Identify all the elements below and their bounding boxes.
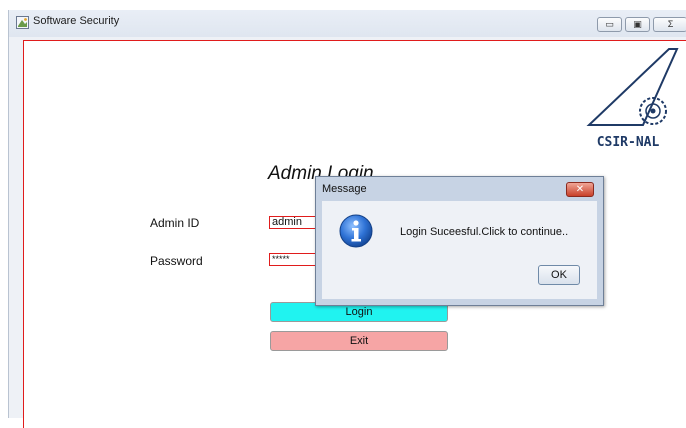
logo-text: CSIR-NAL xyxy=(597,135,660,150)
window-title: Software Security xyxy=(33,15,120,27)
admin-id-label: Admin ID xyxy=(150,216,200,230)
close-button[interactable]: Σ xyxy=(653,17,686,32)
minimize-button[interactable]: ▭ xyxy=(597,17,622,32)
message-dialog: Message ✕ Login Suceesful.Click to conti… xyxy=(315,176,604,306)
dialog-body: Login Suceesful.Click to continue.. OK xyxy=(322,201,597,299)
dialog-title: Message xyxy=(322,183,367,195)
maximize-icon: ▣ xyxy=(633,19,642,29)
dialog-message: Login Suceesful.Click to continue.. xyxy=(400,226,569,238)
dialog-close-button[interactable]: ✕ xyxy=(566,182,594,197)
title-bar[interactable]: Software Security ▭ ▣ Σ xyxy=(9,10,686,37)
close-icon: ✕ xyxy=(575,184,585,195)
ok-button[interactable]: OK xyxy=(538,265,580,285)
close-icon: Σ xyxy=(667,19,674,29)
exit-button[interactable]: Exit xyxy=(270,331,448,351)
maximize-button[interactable]: ▣ xyxy=(625,17,650,32)
info-icon xyxy=(339,214,373,248)
password-label: Password xyxy=(150,254,203,268)
csir-nal-logo: CSIR-NAL xyxy=(586,48,679,150)
app-icon xyxy=(16,16,29,29)
minimize-icon: ▭ xyxy=(605,19,614,29)
